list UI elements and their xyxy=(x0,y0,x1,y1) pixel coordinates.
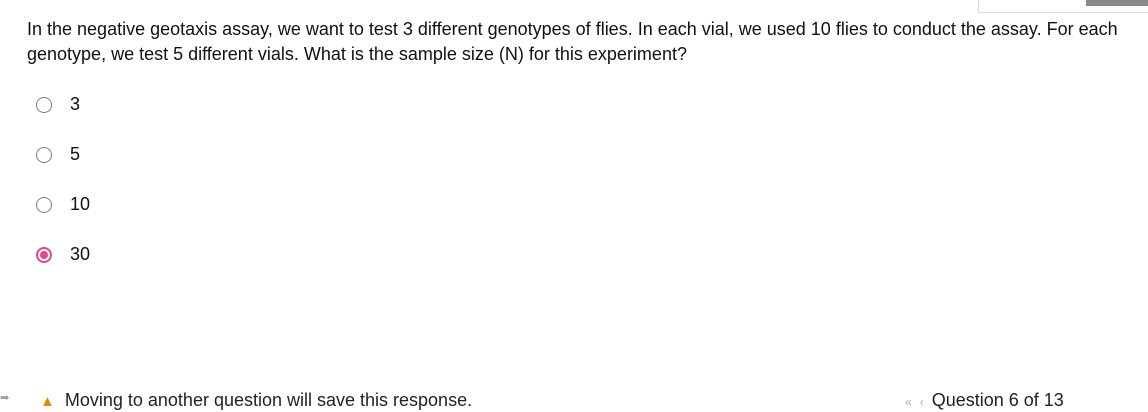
warning-icon: ▲ xyxy=(40,393,55,410)
top-right-scrollbar xyxy=(1086,0,1148,6)
choice-label: 30 xyxy=(70,244,91,264)
previous-icon[interactable]: ‹ xyxy=(920,392,924,412)
choice-label: 3 xyxy=(70,94,81,114)
question-position: Question 6 of 13 xyxy=(931,390,1064,410)
question-navigation: « ‹ Question 6 of 13 xyxy=(905,390,1064,412)
question-text: In the negative geotaxis assay, we want … xyxy=(27,19,1118,64)
focus-arrow-icon: ➡ xyxy=(0,392,10,404)
save-warning: ▲ Moving to another question will save th… xyxy=(40,390,472,412)
choice-3[interactable]: 3 xyxy=(36,90,90,140)
choice-label: 10 xyxy=(70,194,91,214)
choice-10[interactable]: 10 xyxy=(36,190,90,240)
choice-5[interactable]: 5 xyxy=(36,140,90,190)
choice-label: 5 xyxy=(70,144,81,164)
radio-button[interactable] xyxy=(36,197,52,213)
warning-text: Moving to another question will save thi… xyxy=(64,390,473,410)
radio-button[interactable] xyxy=(36,97,52,113)
answer-choices: 3 5 10 30 xyxy=(36,90,90,290)
first-page-icon[interactable]: « xyxy=(905,392,912,412)
choice-30[interactable]: 30 xyxy=(36,240,90,290)
radio-button[interactable] xyxy=(36,147,52,163)
radio-button-selected[interactable] xyxy=(36,247,52,263)
